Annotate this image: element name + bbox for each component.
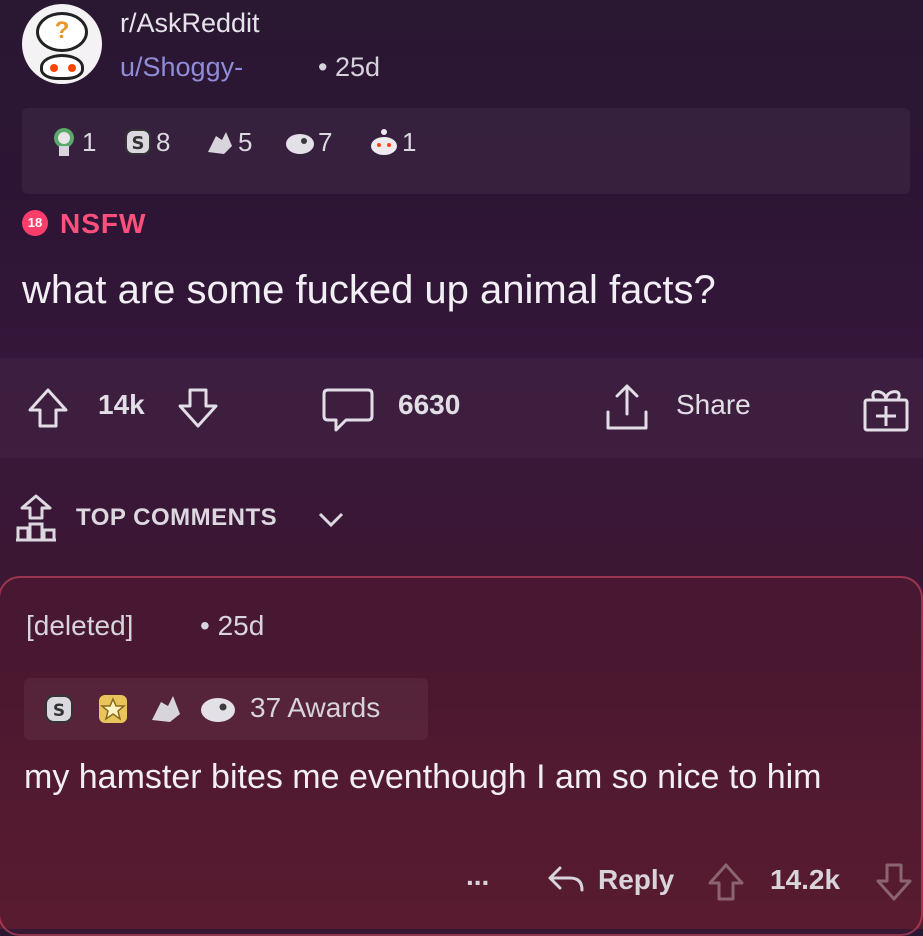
nsfw-tag: NSFW — [60, 208, 147, 239]
comment-author[interactable]: [deleted] — [26, 610, 133, 642]
snoo-eye-left — [50, 64, 58, 72]
silver-coin-icon: S — [125, 129, 151, 155]
snoo-eye-right — [68, 64, 76, 72]
comment-body: my hamster bites me eventhough I am so n… — [24, 758, 822, 796]
gold-medal-icon — [54, 128, 74, 156]
gift-award-icon[interactable] — [862, 388, 910, 432]
post-age: • 25d — [318, 52, 381, 82]
comment-awards-count: 37 Awards — [250, 692, 381, 723]
award-count: 1 — [82, 126, 97, 157]
sort-top-icon[interactable] — [16, 494, 56, 542]
post-score: 14k — [98, 389, 145, 420]
svg-text:S: S — [132, 133, 145, 154]
silver-coin-icon: S — [45, 695, 73, 723]
award-count: 5 — [238, 126, 253, 157]
upvote-icon[interactable] — [26, 386, 70, 430]
nsfw-18-icon: 18 — [22, 210, 48, 236]
more-options-button[interactable]: ... — [466, 860, 489, 892]
award-count: 7 — [318, 126, 333, 157]
comment-upvote-icon[interactable] — [706, 862, 746, 902]
award-count: 1 — [402, 126, 417, 157]
award-count: 8 — [156, 126, 171, 157]
share-icon[interactable] — [602, 382, 652, 432]
comment-downvote-icon[interactable] — [874, 862, 914, 902]
wholesome-hands-icon — [152, 696, 180, 722]
snoo-award-icon — [371, 129, 397, 155]
face-award-icon — [201, 698, 235, 722]
face-award-icon — [286, 134, 314, 154]
svg-text:S: S — [53, 701, 65, 721]
snoo-body — [40, 54, 84, 80]
share-button[interactable]: Share — [676, 389, 751, 421]
post-author[interactable]: u/Shoggy- — [120, 52, 243, 83]
comment-score: 14.2k — [770, 864, 841, 895]
star-award-icon — [99, 695, 127, 723]
award-silver[interactable]: S 8 — [122, 126, 170, 158]
reply-button[interactable]: Reply — [598, 864, 674, 896]
comment-icon[interactable] — [322, 386, 374, 434]
subreddit-avatar[interactable]: ? — [22, 4, 102, 84]
sort-dropdown[interactable]: TOP COMMENTS — [76, 504, 277, 532]
award-face[interactable]: 7 — [284, 126, 332, 158]
snoo-question-icon: ? — [36, 12, 88, 52]
comment-count[interactable]: 6630 — [398, 389, 460, 421]
award-wholesome[interactable]: 5 — [204, 126, 252, 158]
wholesome-hands-icon — [208, 132, 232, 154]
post-title[interactable]: what are some fucked up animal facts? — [22, 268, 716, 313]
comment-age: • 25d — [200, 610, 265, 641]
downvote-icon[interactable] — [176, 386, 220, 430]
award-gold[interactable]: 1 — [48, 126, 96, 158]
award-snoo[interactable]: 1 — [368, 126, 416, 158]
reply-icon[interactable] — [546, 864, 586, 896]
chevron-down-icon[interactable] — [318, 512, 344, 528]
subreddit-name[interactable]: r/AskReddit — [120, 8, 260, 39]
